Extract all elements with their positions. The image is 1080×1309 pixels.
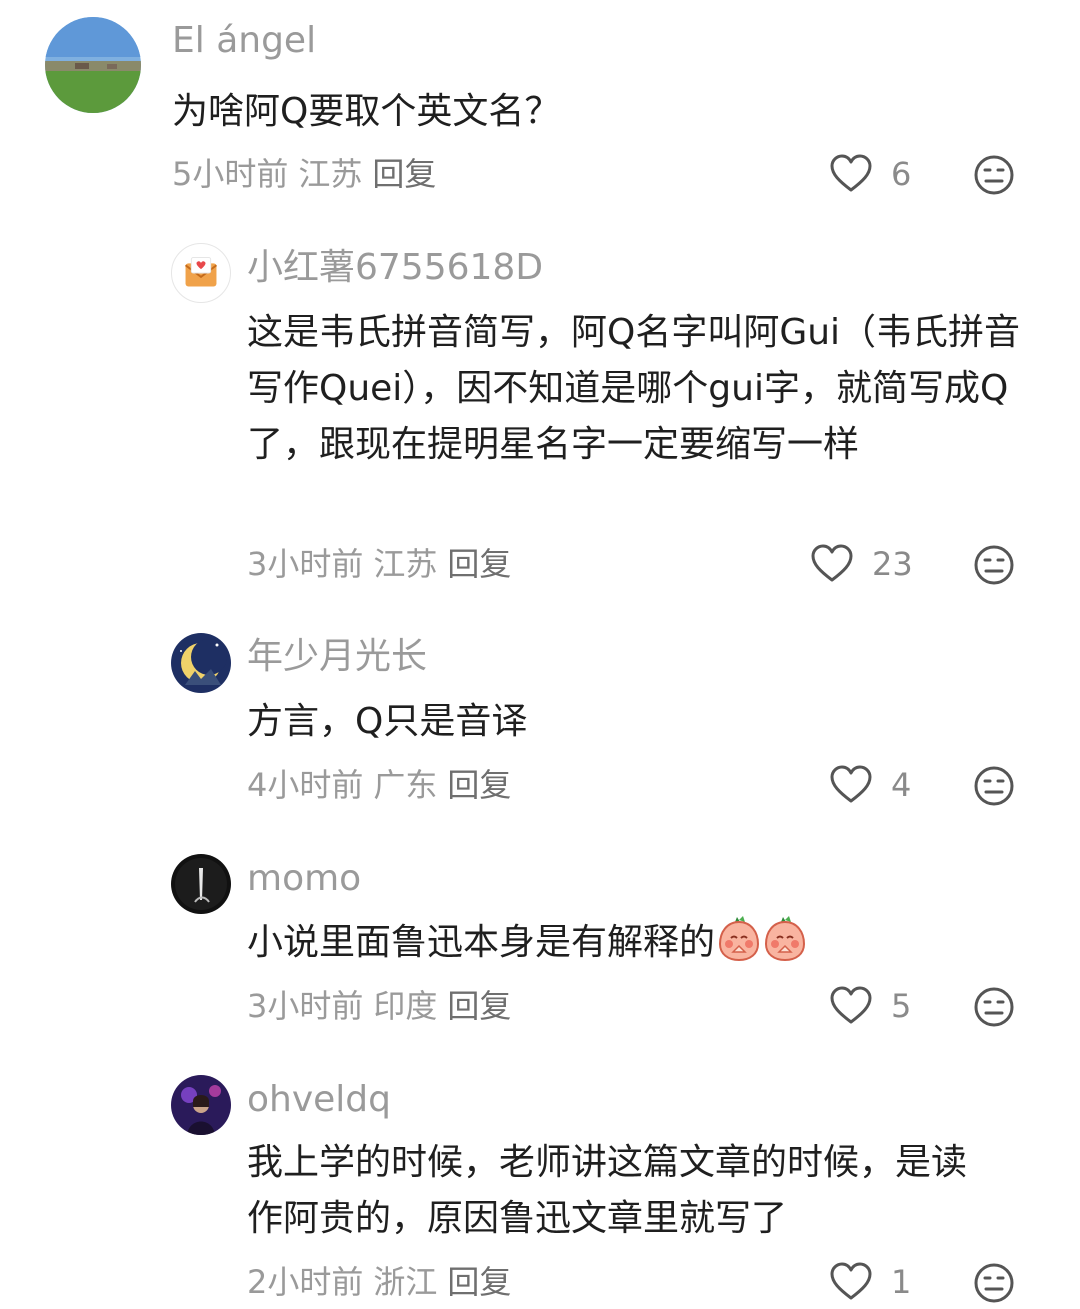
moon-night-photo-icon <box>171 633 231 693</box>
comment-text: 这是韦氏拼音简写，阿Q名字叫阿Gui（韦氏拼音写作Quei），因不知道是哪个gu… <box>247 312 1021 465</box>
heart-icon <box>830 154 872 192</box>
avatar[interactable] <box>171 243 231 303</box>
like-button[interactable]: 23 <box>810 544 913 584</box>
reaction-button[interactable] <box>973 154 1015 196</box>
comment-meta: 3小时前 印度 回复 <box>247 986 521 1026</box>
reply-button[interactable]: 回复 <box>447 766 511 804</box>
comment-location: 广东 <box>373 766 438 804</box>
comment-time: 3小时前 <box>247 987 364 1025</box>
comment-time: 5小时前 <box>172 155 289 193</box>
comment-location: 浙江 <box>373 1263 438 1301</box>
comment-meta: 2小时前 浙江 回复 <box>247 1262 521 1302</box>
reply-button[interactable]: 回复 <box>447 1263 511 1301</box>
comment-text: 小说里面鲁迅本身是有解释的 <box>247 914 1037 971</box>
heart-icon <box>830 765 872 803</box>
like-button[interactable]: 6 <box>829 154 911 194</box>
comment-location: 江苏 <box>298 155 363 193</box>
neutral-face-icon <box>974 155 1014 195</box>
comment-location: 印度 <box>373 987 438 1025</box>
comment-text: 为啥阿Q要取个英文名？ <box>172 91 561 132</box>
peach-praying-emoji-icon <box>763 914 807 962</box>
neutral-face-icon <box>974 987 1014 1027</box>
peach-praying-emoji-icon <box>717 914 761 962</box>
reaction-button[interactable] <box>973 1262 1015 1304</box>
like-button[interactable]: 5 <box>829 986 911 1026</box>
avatar[interactable] <box>45 17 141 113</box>
like-count: 1 <box>891 1263 912 1301</box>
username[interactable]: 年少月光长 <box>247 635 427 679</box>
username[interactable]: El ángel <box>172 19 316 63</box>
heart-icon <box>811 544 853 582</box>
comment-time: 2小时前 <box>247 1263 364 1301</box>
comment-text-body: 小说里面鲁迅本身是有解释的 <box>247 922 716 963</box>
reaction-button[interactable] <box>973 986 1015 1028</box>
like-count: 23 <box>872 545 913 583</box>
heart-icon <box>830 1262 872 1300</box>
like-button[interactable]: 1 <box>829 1262 911 1302</box>
reaction-button[interactable] <box>973 544 1015 586</box>
username[interactable]: momo <box>247 857 361 901</box>
comment-meta: 5小时前 江苏 回复 <box>172 154 446 194</box>
comment-location: 江苏 <box>373 545 438 583</box>
like-count: 5 <box>891 987 912 1025</box>
heart-icon <box>830 986 872 1024</box>
landscape-photo-icon <box>45 17 141 113</box>
neutral-face-icon <box>974 1263 1014 1303</box>
like-count: 4 <box>891 766 912 804</box>
like-count: 6 <box>891 155 912 193</box>
reply-button[interactable]: 回复 <box>372 155 436 193</box>
avatar[interactable] <box>171 633 231 693</box>
reaction-button[interactable] <box>973 765 1015 807</box>
comment-time: 3小时前 <box>247 545 364 583</box>
comment-meta: 3小时前 江苏 回复 <box>247 544 521 584</box>
reply-button[interactable]: 回复 <box>447 987 511 1025</box>
avatar[interactable] <box>171 1075 231 1135</box>
comment-meta: 4小时前 广东 回复 <box>247 765 521 805</box>
comment-time: 4小时前 <box>247 766 364 804</box>
neutral-face-icon <box>974 545 1014 585</box>
envelope-heart-icon <box>184 257 218 287</box>
username[interactable]: 小红薯6755618D <box>247 246 543 290</box>
username[interactable]: ohveldq <box>247 1078 391 1122</box>
like-button[interactable]: 4 <box>829 765 911 805</box>
dark-figure-photo-icon <box>171 854 231 914</box>
avatar[interactable] <box>171 854 231 914</box>
neutral-face-icon <box>974 766 1014 806</box>
reply-button[interactable]: 回复 <box>447 545 511 583</box>
comment-text: 方言，Q只是音译 <box>247 701 528 742</box>
comment-text: 我上学的时候，老师讲这篇文章的时候，是读作阿贵的，原因鲁迅文章里就写了 <box>247 1142 968 1239</box>
concert-photo-icon <box>171 1075 231 1135</box>
